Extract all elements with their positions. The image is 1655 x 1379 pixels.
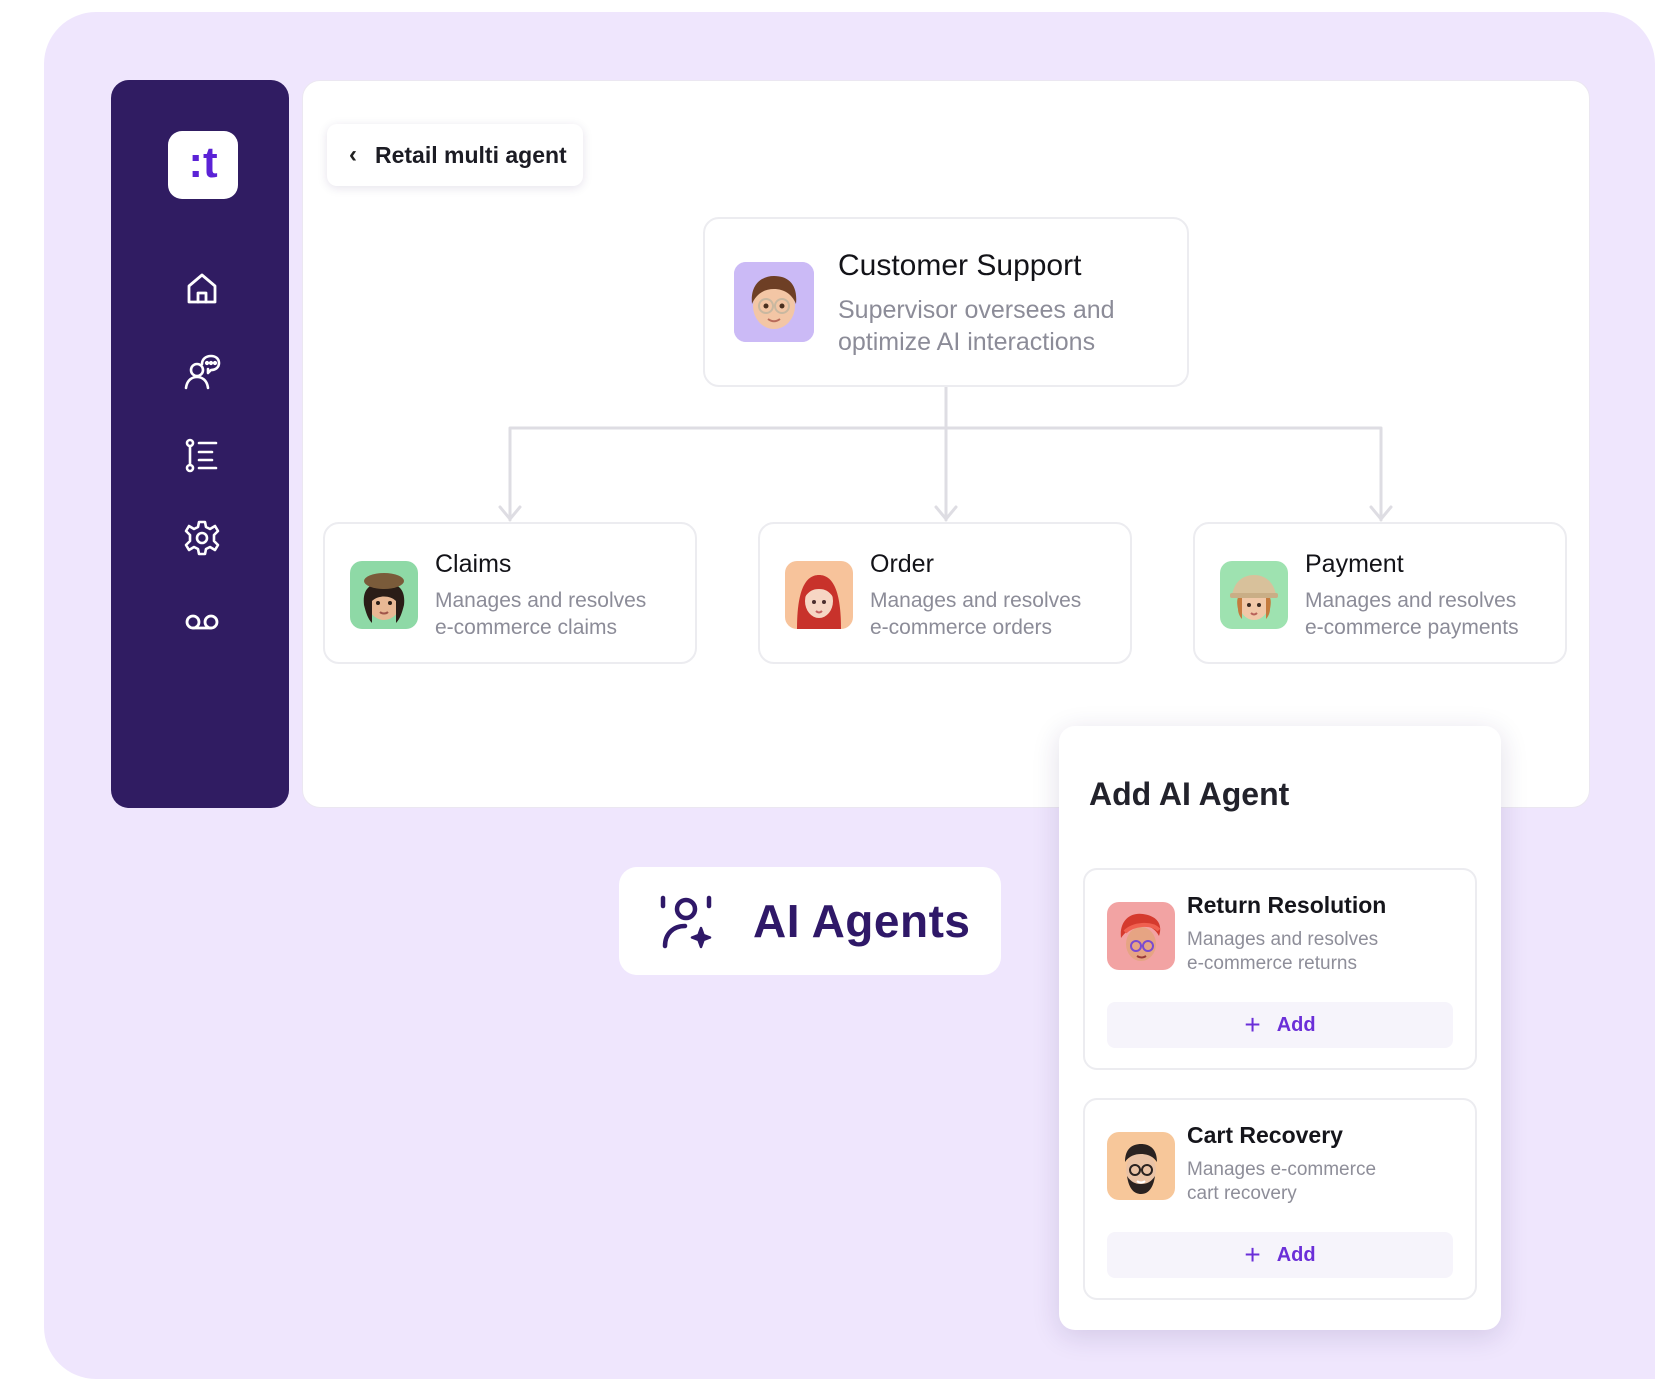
sidebar-item-conversations[interactable] <box>180 350 224 394</box>
chat-user-icon <box>184 354 221 390</box>
ai-agents-label: AI Agents <box>753 895 971 947</box>
supervisor-title: Customer Support <box>838 249 1082 282</box>
app-logo[interactable]: :t <box>168 131 238 199</box>
main-panel <box>302 80 1590 808</box>
sidebar-item-flows[interactable] <box>180 433 224 477</box>
agent-title: Payment <box>1305 550 1404 578</box>
cart-recovery-avatar <box>1107 1132 1175 1200</box>
agent-node-order[interactable]: Order Manages and resolves e-commerce or… <box>758 522 1132 664</box>
return-resolution-avatar <box>1107 902 1175 970</box>
ai-agent-icon <box>660 895 712 949</box>
chevron-left-icon: ‹ <box>349 141 357 168</box>
list-flow-icon <box>185 438 218 473</box>
agent-card-cart-recovery: Cart Recovery Manages e-commerce cart re… <box>1083 1098 1477 1300</box>
agent-description: Manages and resolves e-commerce claims <box>435 589 647 639</box>
voicemail-icon <box>185 614 219 630</box>
ai-agents-badge: AI Agents <box>619 867 1001 975</box>
add-return-resolution-button[interactable]: + Add <box>1107 1002 1453 1048</box>
sidebar-item-home[interactable] <box>180 267 224 311</box>
agent-card-return-resolution: Return Resolution Manages and resolves e… <box>1083 868 1477 1070</box>
agent-title: Order <box>870 550 934 578</box>
sidebar-item-settings[interactable] <box>180 516 224 560</box>
agent-card-description: Manages and resolves e-commerce returns <box>1187 929 1379 974</box>
agent-title: Claims <box>435 550 512 578</box>
agent-card-title: Cart Recovery <box>1187 1122 1343 1148</box>
supervisor-avatar <box>734 262 814 342</box>
agent-description: Manages and resolves e-commerce payments <box>1305 589 1519 639</box>
home-icon <box>187 273 217 304</box>
plus-icon: + <box>1244 1009 1261 1040</box>
agent-card-title: Return Resolution <box>1187 892 1387 918</box>
order-avatar <box>785 561 853 629</box>
plus-icon: + <box>1244 1239 1261 1270</box>
supervisor-node[interactable]: Customer Support Supervisor oversees and… <box>703 217 1189 387</box>
claims-avatar <box>350 561 418 629</box>
breadcrumb-title: Retail multi agent <box>375 141 567 168</box>
sidebar: :t <box>111 80 289 808</box>
add-agent-panel: Add AI Agent Return Resolution Manages a… <box>1059 726 1501 1330</box>
add-cart-recovery-button[interactable]: + Add <box>1107 1232 1453 1278</box>
back-button[interactable]: ‹ Retail multi agent <box>327 124 583 186</box>
payment-avatar <box>1220 561 1288 629</box>
sidebar-item-voicemail[interactable] <box>180 599 224 643</box>
agent-node-claims[interactable]: Claims Manages and resolves e-commerce c… <box>323 522 697 664</box>
agent-card-description: Manages e-commerce cart recovery <box>1187 1159 1377 1204</box>
agent-description: Manages and resolves e-commerce orders <box>870 589 1082 639</box>
supervisor-description: Supervisor oversees and optimize AI inte… <box>838 296 1115 356</box>
gear-icon <box>184 520 220 556</box>
add-agent-title: Add AI Agent <box>1089 776 1290 812</box>
agent-node-payment[interactable]: Payment Manages and resolves e-commerce … <box>1193 522 1567 664</box>
